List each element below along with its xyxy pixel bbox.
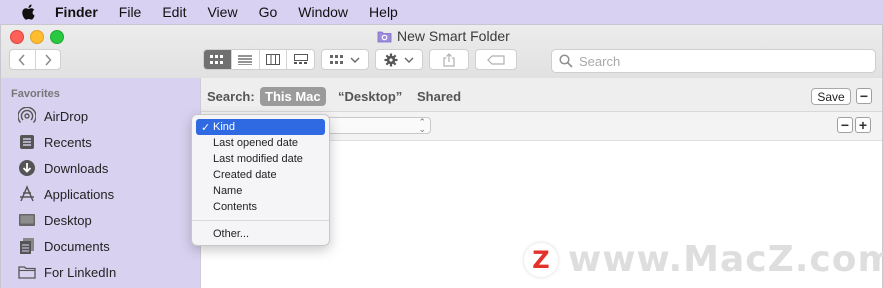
watermark: Z www.MacZ.com: [524, 239, 883, 280]
updown-arrows-icon: ⌃ ⌄: [418, 117, 426, 134]
chevron-down-icon: [404, 57, 414, 63]
sidebar-item-recents[interactable]: Recents: [17, 130, 92, 154]
watermark-text: www.MacZ.com: [568, 239, 883, 280]
list-view-button[interactable]: [232, 50, 260, 69]
sidebar-item-label: Downloads: [44, 160, 109, 176]
tag-icon: [487, 54, 505, 65]
chevron-right-icon: [45, 53, 52, 66]
sidebar-item-for-linkedin[interactable]: For LinkedIn: [17, 260, 116, 284]
smart-folder-icon: [377, 31, 392, 42]
share-icon: [443, 52, 455, 67]
apple-menu-icon[interactable]: [20, 3, 38, 21]
menu-item-contents[interactable]: Contents: [196, 199, 325, 215]
sidebar-item-downloads[interactable]: Downloads: [17, 156, 108, 180]
gallery-icon: [293, 54, 308, 64]
list-icon: [238, 54, 253, 65]
back-button[interactable]: [10, 50, 36, 69]
column-view-button[interactable]: [260, 50, 288, 69]
sidebar-item-desktop[interactable]: Desktop: [17, 208, 92, 232]
sidebar-item-label: Desktop: [44, 212, 92, 228]
group-by-button[interactable]: [321, 49, 369, 70]
search-scope-bar: Search: This Mac “Desktop” Shared Save −: [201, 78, 882, 112]
menu-app-finder[interactable]: Finder: [55, 4, 98, 20]
sidebar-item-label: AirDrop: [44, 108, 89, 124]
scope-desktop[interactable]: “Desktop”: [333, 87, 407, 106]
criteria-value-popup[interactable]: ⌃ ⌄: [321, 117, 431, 134]
sidebar-item-label: Applications: [44, 186, 115, 202]
grid-icon: [210, 54, 224, 64]
menu-item-last-opened-date[interactable]: Last opened date: [196, 135, 325, 151]
window-title-text: New Smart Folder: [397, 28, 510, 44]
watermark-logo-icon: Z: [524, 242, 558, 277]
menu-item-other[interactable]: Other...: [196, 226, 325, 242]
desktop-icon: [17, 211, 37, 229]
sidebar-item-label: For LinkedIn: [44, 264, 117, 280]
remove-scope-button[interactable]: −: [856, 88, 872, 104]
add-criteria-button[interactable]: +: [855, 117, 871, 133]
icon-view-button[interactable]: [204, 50, 232, 69]
airdrop-icon: [17, 107, 37, 125]
action-button[interactable]: [375, 49, 423, 70]
search-icon: [559, 54, 573, 68]
gallery-view-button[interactable]: [287, 50, 314, 69]
menu-separator: [192, 220, 329, 221]
nav-buttons: [9, 49, 61, 70]
applications-icon: [17, 185, 37, 203]
sidebar-item-label: Documents: [44, 238, 110, 254]
close-button[interactable]: [10, 30, 24, 44]
sidebar: Favorites AirDrop Recents Downloads Appl…: [1, 78, 201, 288]
scope-label: Search:: [207, 89, 255, 104]
sidebar-section-favorites: Favorites: [11, 88, 60, 100]
menu-item-created-date[interactable]: Created date: [196, 167, 325, 183]
menu-item-label: Created date: [213, 169, 277, 181]
columns-icon: [265, 54, 280, 65]
criteria-dropdown-menu: ✓ Kind Last opened date Last modified da…: [191, 114, 330, 246]
minimize-button[interactable]: [30, 30, 44, 44]
save-button[interactable]: Save: [811, 88, 851, 105]
chevron-left-icon: [18, 53, 25, 66]
recents-icon: [17, 133, 37, 151]
menu-item-label: Name: [213, 185, 243, 197]
gear-icon: [384, 53, 398, 66]
menu-edit[interactable]: Edit: [162, 4, 186, 20]
menu-item-name[interactable]: Name: [196, 183, 325, 199]
search-input[interactable]: [577, 52, 861, 70]
menu-item-kind[interactable]: ✓ Kind: [196, 119, 325, 135]
downloads-icon: [17, 159, 37, 177]
forward-button[interactable]: [36, 50, 61, 69]
title-bar: New Smart Folder: [1, 25, 882, 79]
chevron-down-icon: [350, 57, 360, 63]
group-icon: [330, 54, 343, 64]
sidebar-item-airdrop[interactable]: AirDrop: [17, 104, 88, 128]
sidebar-item-documents[interactable]: Documents: [17, 234, 110, 258]
sidebar-item-label: Recents: [44, 134, 92, 150]
menu-item-label: Last modified date: [213, 153, 303, 165]
remove-criteria-button[interactable]: −: [837, 117, 853, 133]
documents-icon: [17, 237, 37, 255]
menu-go[interactable]: Go: [259, 4, 278, 20]
menu-file[interactable]: File: [119, 4, 142, 20]
menu-bar: Finder File Edit View Go Window Help: [0, 0, 883, 24]
menu-item-label: Other...: [213, 228, 250, 240]
tags-button[interactable]: [475, 49, 517, 70]
menu-window[interactable]: Window: [298, 4, 348, 20]
menu-view[interactable]: View: [207, 4, 237, 20]
zoom-button[interactable]: [50, 30, 64, 44]
menu-help[interactable]: Help: [369, 4, 398, 20]
view-mode-control: [203, 49, 315, 70]
folder-icon: [17, 263, 37, 281]
search-field[interactable]: [551, 49, 876, 73]
scope-shared[interactable]: Shared: [412, 87, 466, 106]
menu-item-label: Kind: [213, 121, 236, 133]
window-title: New Smart Folder: [377, 28, 510, 44]
menu-item-last-modified-date[interactable]: Last modified date: [196, 151, 325, 167]
checkmark-icon: ✓: [201, 121, 211, 134]
menu-item-label: Contents: [213, 201, 258, 213]
sidebar-item-applications[interactable]: Applications: [17, 182, 114, 206]
menu-item-label: Last opened date: [213, 137, 299, 149]
scope-this-mac[interactable]: This Mac: [260, 87, 326, 106]
share-button[interactable]: [429, 49, 469, 70]
